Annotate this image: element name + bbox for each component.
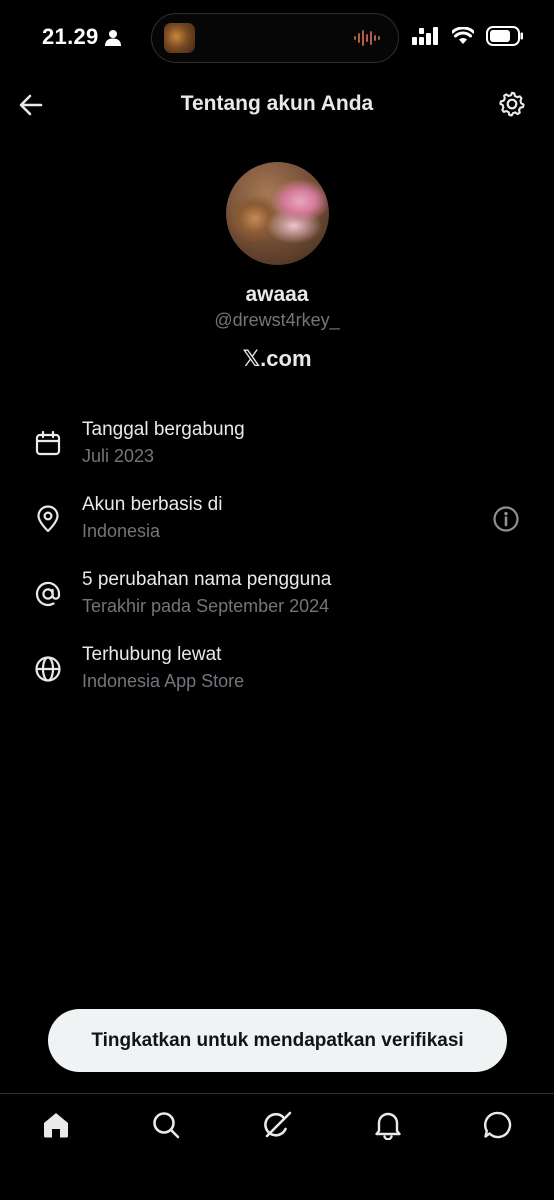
- wifi-icon: [452, 27, 474, 44]
- info-label: Terhubung lewat: [82, 644, 222, 665]
- notifications-icon[interactable]: [373, 1110, 403, 1140]
- info-value: Indonesia: [82, 521, 161, 541]
- status-bar: 21.29: [0, 0, 554, 76]
- info-row-username-changes: 5 perubahan nama pengguna Terakhir pada …: [0, 568, 554, 624]
- upgrade-verification-button[interactable]: Tingkatkan untuk mendapatkan verifikasi: [48, 1009, 507, 1072]
- battery-icon: [486, 26, 523, 46]
- site-label: 𝕏.com: [242, 346, 312, 371]
- at-sign-icon: [35, 581, 61, 607]
- info-label: 5 perubahan nama pengguna: [82, 569, 332, 590]
- info-row-join-date: Tanggal bergabung Juli 2023: [0, 418, 554, 474]
- search-icon[interactable]: [151, 1110, 181, 1140]
- info-circle-icon[interactable]: [492, 505, 520, 533]
- info-value: Terakhir pada September 2024: [82, 596, 330, 616]
- messages-icon[interactable]: [483, 1110, 513, 1140]
- bottom-nav: [0, 1093, 554, 1200]
- person-icon: [104, 29, 121, 46]
- info-value: Juli 2023: [82, 446, 155, 466]
- info-text: 5 perubahan nama pengguna Terakhir pada …: [82, 568, 331, 618]
- display-name: awaaa: [245, 283, 309, 306]
- media-thumbnail: [164, 23, 195, 53]
- info-text: Akun berbasis di Indonesia: [82, 493, 222, 543]
- status-time-group: 21.29: [42, 24, 121, 50]
- info-row-location: Akun berbasis di Indonesia: [0, 493, 554, 549]
- info-text: Tanggal bergabung Juli 2023: [82, 418, 245, 468]
- info-row-connected-via: Terhubung lewat Indonesia App Store: [0, 643, 554, 699]
- username-handle: @drewst4rkey_: [214, 310, 340, 330]
- screen: 21.29 Tentang akun Anda awaaa @drewst4rk…: [0, 0, 554, 1200]
- location-pin-icon: [37, 505, 59, 533]
- page-title: Tentang akun Anda: [180, 92, 374, 115]
- globe-icon: [35, 656, 61, 682]
- status-indicators: [412, 26, 524, 46]
- avatar[interactable]: [226, 162, 329, 265]
- calendar-icon: [35, 430, 61, 456]
- header: Tentang akun Anda: [0, 76, 554, 134]
- grok-icon[interactable]: [262, 1110, 292, 1140]
- info-label: Tanggal bergabung: [82, 419, 245, 440]
- gear-icon[interactable]: [498, 90, 526, 118]
- home-icon[interactable]: [41, 1110, 71, 1140]
- audio-wave-icon: [354, 30, 380, 46]
- info-label: Akun berbasis di: [82, 494, 223, 515]
- info-value: Indonesia App Store: [82, 671, 245, 691]
- status-time: 21.29: [42, 24, 99, 49]
- signal-icon: [412, 27, 438, 45]
- dynamic-island[interactable]: [151, 13, 399, 63]
- info-text: Terhubung lewat Indonesia App Store: [82, 643, 244, 693]
